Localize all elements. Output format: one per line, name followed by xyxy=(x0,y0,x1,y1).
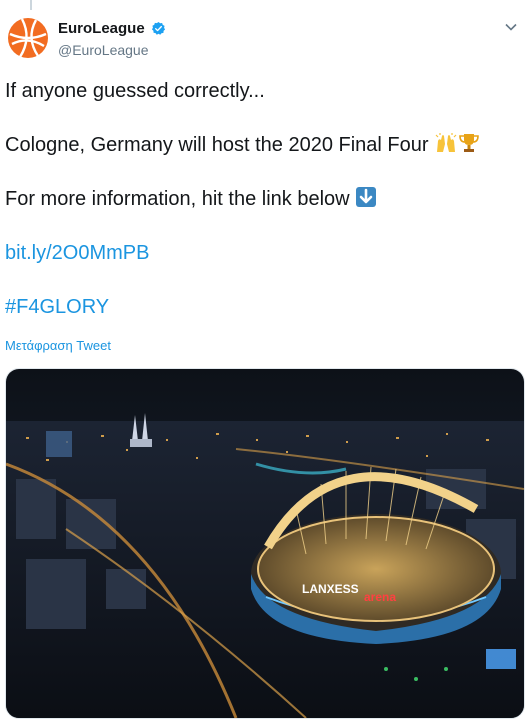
down-arrow-icon xyxy=(356,187,377,207)
tweet-hashtag-line: #F4GLORY xyxy=(5,294,520,320)
arena-sign-arena: arena xyxy=(364,590,396,604)
tweet-line-3-text: For more information, hit the link below xyxy=(5,188,350,210)
author-handle[interactable]: @EuroLeague xyxy=(58,42,166,58)
hashtag-link[interactable]: #F4GLORY xyxy=(5,296,109,318)
tweet-text: If anyone guessed correctly... Cologne, … xyxy=(5,78,520,348)
tweet-media-photo[interactable]: LANXESS arena xyxy=(5,368,525,719)
trophy-icon xyxy=(459,134,479,152)
tweet-line-3: For more information, hit the link below xyxy=(5,186,520,212)
tweet-header: EuroLeague @EuroLeague xyxy=(6,14,524,64)
display-name[interactable]: EuroLeague xyxy=(58,20,145,37)
euroleague-logo-icon xyxy=(8,18,48,58)
tweet-line-2-text: Cologne, Germany will host the 2020 Fina… xyxy=(5,134,429,156)
chevron-down-icon[interactable] xyxy=(504,20,518,34)
avatar[interactable] xyxy=(6,16,50,60)
tweet-line-1-text: If anyone guessed correctly... xyxy=(5,80,265,102)
tweet-link-line: bit.ly/2O0MmPB xyxy=(5,240,520,266)
arena-night-photo: LANXESS arena xyxy=(6,369,524,718)
verified-badge-icon xyxy=(152,22,166,36)
arena-sign-lanxess: LANXESS xyxy=(302,582,359,596)
tweet-line-2: Cologne, Germany will host the 2020 Fina… xyxy=(5,132,520,158)
tweet-link[interactable]: bit.ly/2O0MmPB xyxy=(5,242,149,264)
thread-connector-line xyxy=(30,0,32,10)
raised-hands-icon xyxy=(435,133,457,152)
translate-tweet-link[interactable]: Μετάφραση Tweet xyxy=(5,338,111,353)
tweet-line-1: If anyone guessed correctly... xyxy=(5,78,520,104)
author-names: EuroLeague @EuroLeague xyxy=(58,20,166,58)
